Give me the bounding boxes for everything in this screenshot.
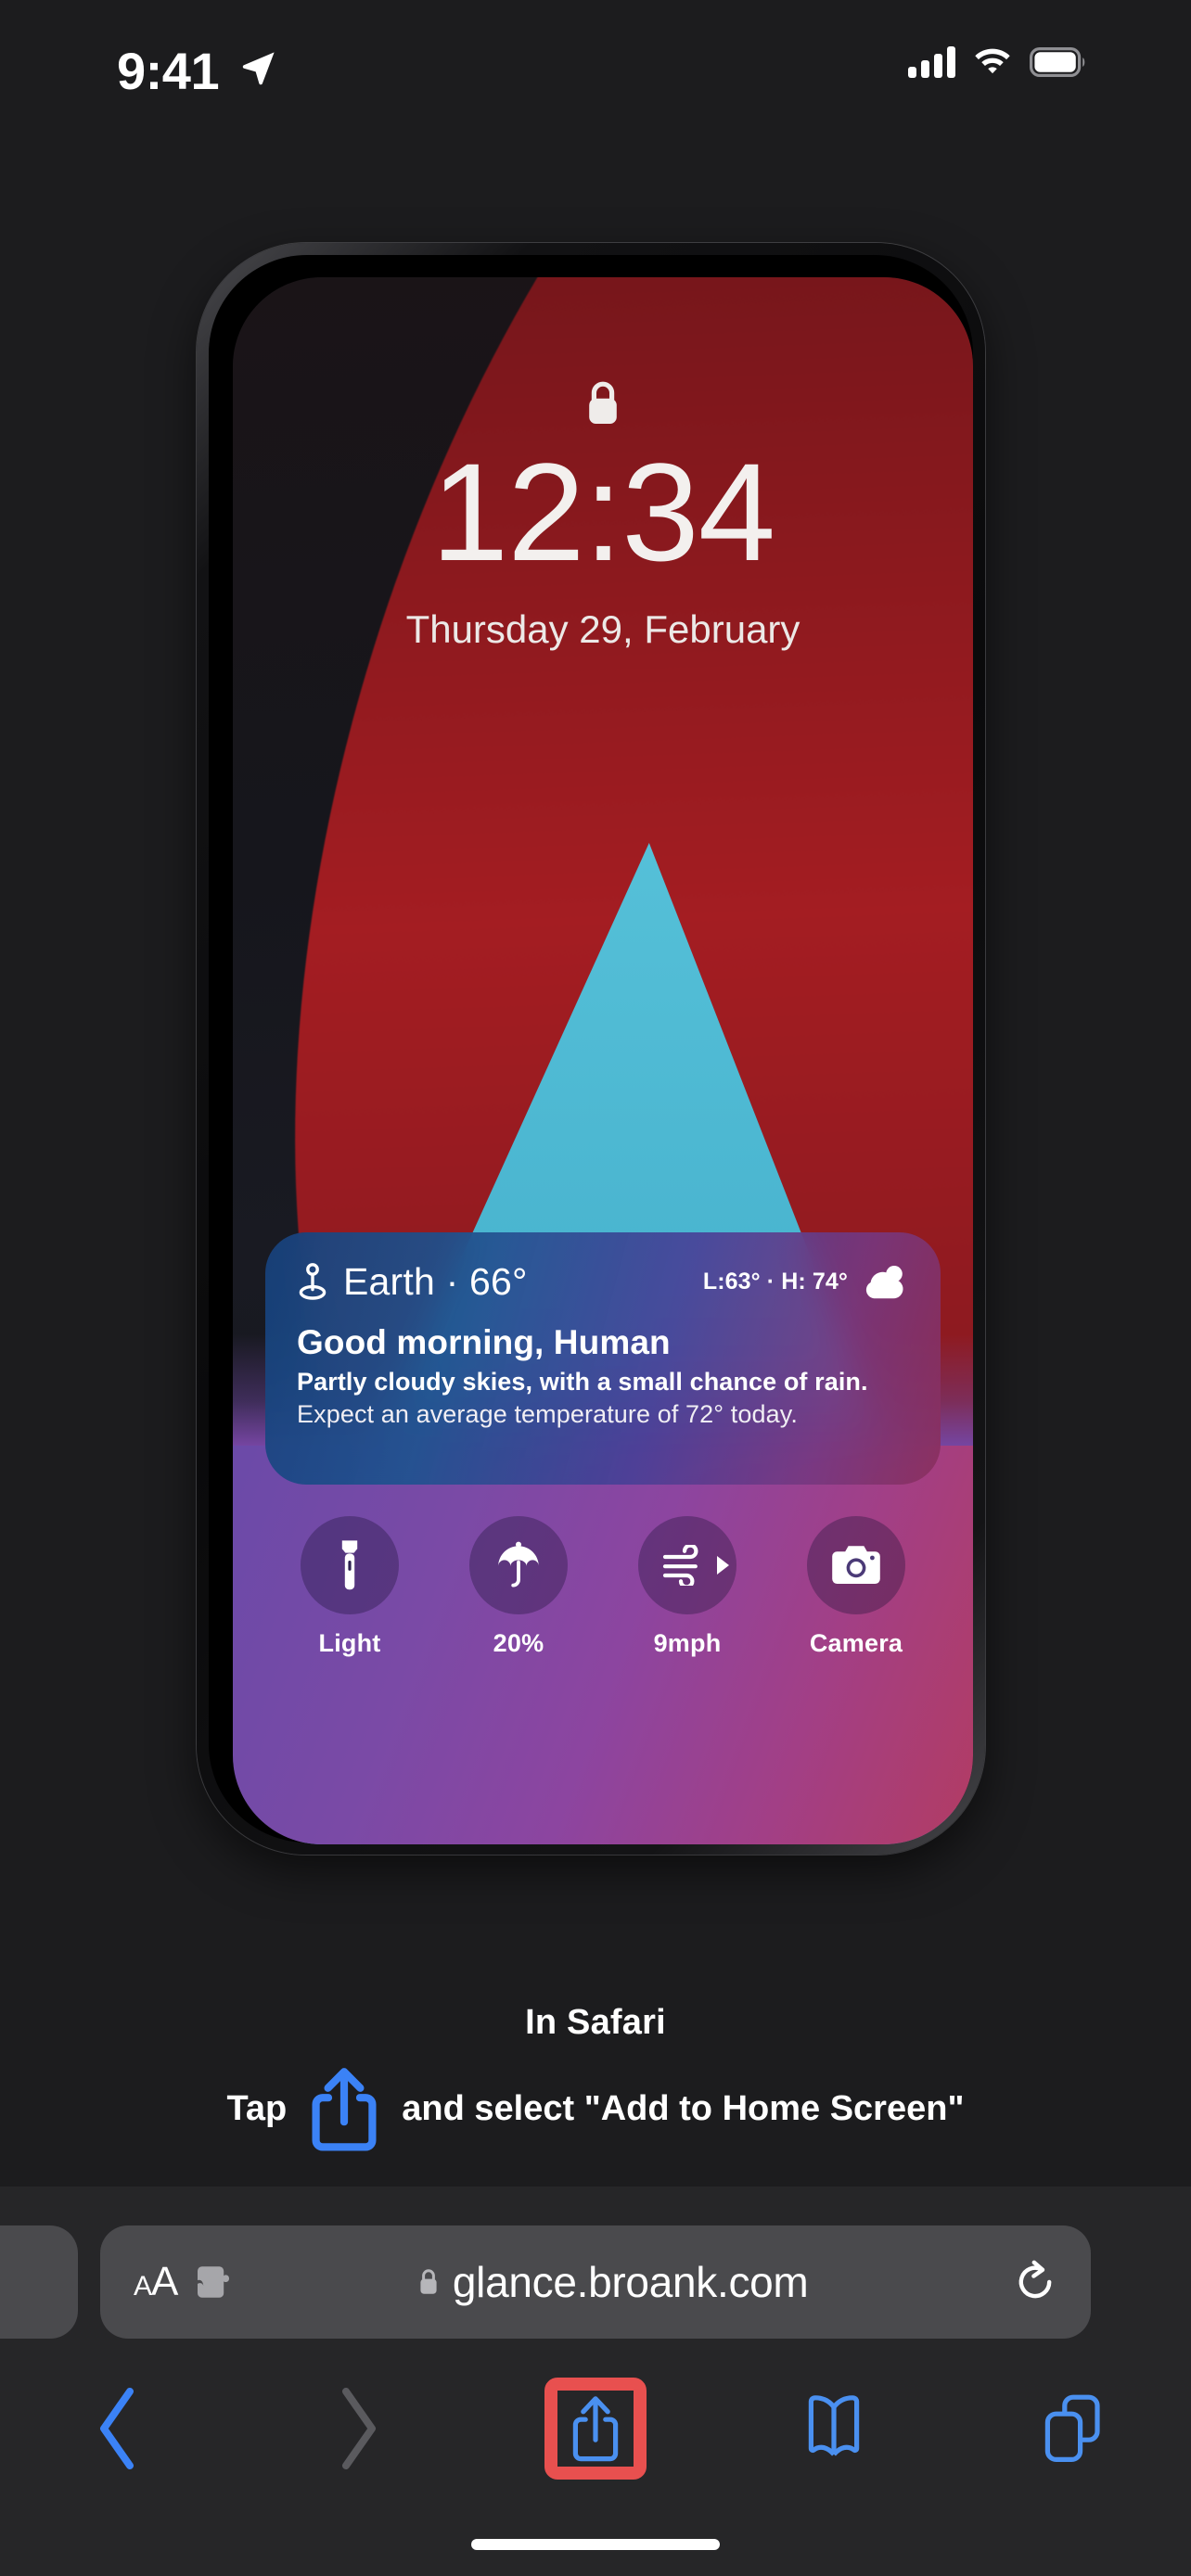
safari-browser-chrome: A A glance.broank.com	[0, 2187, 1191, 2576]
instructions-steps: Tap and select "Add to Home Screen"	[0, 2065, 1191, 2152]
safari-toolbar	[0, 2359, 1191, 2498]
bookmarks-book-icon	[808, 2395, 859, 2456]
quick-action-light-label: Light	[318, 1629, 381, 1657]
install-instructions: In Safari Tap and select "Add to Home Sc…	[0, 2003, 1191, 2152]
status-bar: 9:41	[0, 0, 1191, 148]
forward-button[interactable]	[238, 2359, 477, 2498]
address-bar-content[interactable]: glance.broank.com	[211, 2257, 1015, 2307]
text-size-small-a: A	[134, 2271, 152, 2302]
weather-widget-header: Earth · 66° L:63° · H: 74°	[297, 1256, 909, 1307]
tabs-icon	[1044, 2394, 1100, 2463]
wind-direction-arrow-icon	[717, 1556, 729, 1575]
umbrella-icon	[498, 1541, 539, 1588]
text-size-large-a: A	[151, 2259, 178, 2304]
instructions-title: In Safari	[525, 2003, 666, 2042]
adjacent-tab-pill[interactable]	[0, 2225, 78, 2339]
lockscreen-time: 12:34	[430, 434, 775, 590]
quick-action-wind[interactable]: 9mph	[618, 1516, 757, 1658]
quick-action-wind-label: 9mph	[653, 1629, 722, 1657]
quick-action-light-button[interactable]	[301, 1516, 399, 1614]
quick-action-light[interactable]: Light	[280, 1516, 419, 1658]
quick-action-rain-button[interactable]	[469, 1516, 568, 1614]
tabs-button[interactable]	[953, 2359, 1191, 2498]
back-chevron-icon	[100, 2388, 134, 2469]
quick-action-rain[interactable]: 20%	[449, 1516, 588, 1658]
wind-icon	[662, 1545, 698, 1586]
weather-greeting: Good morning, Human	[297, 1323, 671, 1361]
phone-frame: 12:34 Thursday 29, February Earth · 66°	[197, 243, 985, 1855]
reload-icon[interactable]	[1015, 2259, 1057, 2305]
share-icon	[307, 2065, 381, 2152]
weather-detail: Expect an average temperature of 72° tod…	[297, 1400, 798, 1428]
flashlight-icon	[341, 1540, 358, 1590]
location-arrow-icon	[239, 48, 278, 87]
quick-action-camera[interactable]: Camera	[787, 1516, 926, 1658]
wifi-icon	[975, 48, 1010, 74]
forward-chevron-icon	[342, 2388, 377, 2469]
url-text: glance.broank.com	[452, 2258, 809, 2306]
quick-actions-row: Light 20% 9mph Camera	[265, 1516, 941, 1658]
status-bar-indicators	[908, 46, 1087, 78]
address-bar[interactable]: A A glance.broank.com	[100, 2225, 1091, 2339]
quick-action-camera-button[interactable]	[807, 1516, 905, 1614]
battery-full-icon	[1030, 47, 1085, 77]
location-pin-icon	[297, 1262, 328, 1301]
weather-widget[interactable]: Earth · 66° L:63° · H: 74° Good morning,…	[265, 1232, 941, 1485]
lockscreen-date: Thursday 29, February	[405, 607, 800, 651]
cellular-signal-icon	[908, 46, 955, 78]
instructions-select-label: and select "Add to Home Screen"	[402, 2088, 965, 2128]
camera-icon	[832, 1546, 880, 1584]
quick-action-wind-button[interactable]	[638, 1516, 736, 1614]
phone-mockup: 12:34 Thursday 29, February Earth · 66°	[197, 243, 985, 1855]
sun-behind-cloud-icon	[859, 1262, 909, 1301]
lock-icon	[583, 377, 623, 434]
weather-summary: Partly cloudy skies, with a small chance…	[297, 1368, 868, 1396]
bookmarks-button[interactable]	[714, 2359, 953, 2498]
phone-screen: 12:34 Thursday 29, February Earth · 66°	[233, 277, 973, 1844]
text-size-button[interactable]: A A	[134, 2259, 178, 2305]
weather-high-low: L:63° · H: 74°	[702, 1268, 848, 1294]
quick-action-camera-label: Camera	[809, 1629, 903, 1657]
quick-action-rain-label: 20%	[493, 1629, 544, 1657]
share-button-highlight	[544, 2378, 647, 2480]
status-bar-time: 9:41	[117, 42, 220, 100]
home-indicator	[471, 2539, 720, 2550]
lock-icon	[417, 2267, 440, 2297]
phone-bezel: 12:34 Thursday 29, February Earth · 66°	[209, 255, 973, 1844]
back-button[interactable]	[0, 2359, 238, 2498]
weather-location-temp: Earth · 66°	[343, 1259, 528, 1303]
share-button[interactable]	[477, 2359, 715, 2498]
instructions-tap-label: Tap	[226, 2088, 288, 2128]
